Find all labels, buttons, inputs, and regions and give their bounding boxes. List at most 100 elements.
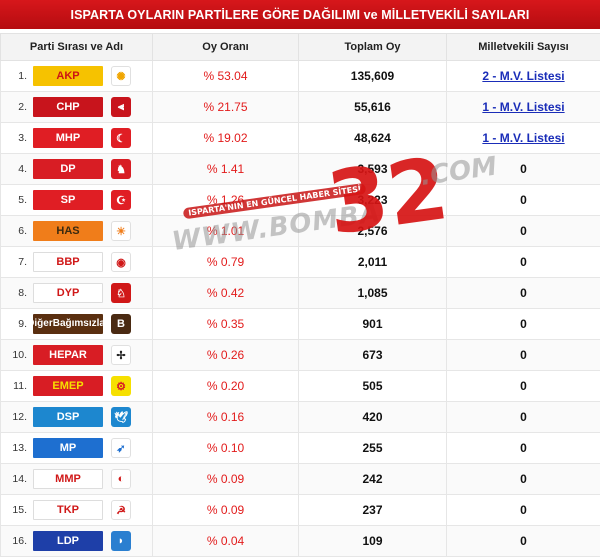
vote-rate: % 0.42 [152,277,299,309]
party-cell: 10. HEPAR ✢ [0,339,153,371]
mv-count: 0 [520,224,527,238]
mv-count-cell: 0 [446,401,600,433]
party-name: MMP [33,469,103,489]
party-rank: 11. [13,380,27,392]
bird-icon: ➶ [111,438,131,458]
results-table: Parti Sırası ve Adı Oy Oranı Toplam Oy M… [0,33,600,557]
party-name: Diğer Bağımsızlar [27,314,109,334]
party-name: MHP [33,128,103,148]
vote-rate: % 19.02 [152,122,299,154]
party-rank: 16. [12,535,27,547]
table-row: 15. TKP ☭ % 0.09 237 0 [0,494,600,526]
party-name: EMEP [33,376,103,396]
vote-total: 237 [298,494,447,526]
party-name: DSP [33,407,103,427]
vote-rate: % 0.16 [152,401,299,433]
header-party: Parti Sırası ve Adı [0,33,153,61]
mv-count-cell: 1 - M.V. Listesi [446,122,600,154]
table-row: 16. LDP ◗ % 0.04 109 0 [0,525,600,557]
mv-count-cell: 0 [446,339,600,371]
party-name: HEPAR [33,345,103,365]
vote-rate: % 0.79 [152,246,299,278]
table-row: 13. MP ➶ % 0.10 255 0 [0,432,600,464]
vote-rate: % 0.20 [152,370,299,402]
party-cell: 11. EMEP ⚙ [0,370,153,402]
crescent-globe-icon: ◐ [111,469,131,489]
six-arrows-icon: ⫷ [111,97,131,117]
vote-rate: % 0.09 [152,494,299,526]
vote-rate: % 0.04 [152,525,299,557]
table-row: 8. DYP ♘ % 0.42 1,085 0 [0,277,600,309]
party-rank: 12. [12,411,27,423]
mv-list-link[interactable]: 1 - M.V. Listesi [482,131,564,145]
mv-count: 0 [520,503,527,517]
vote-total: 2,011 [298,246,447,278]
mv-list-link[interactable]: 2 - M.V. Listesi [482,69,564,83]
table-row: 3. MHP ☾ % 19.02 48,624 1 - M.V. Listesi [0,122,600,154]
mv-count-cell: 0 [446,184,600,216]
mv-count-cell: 0 [446,153,600,185]
party-cell: 7. BBP ◉ [0,246,153,278]
independent-b-icon: B [111,314,131,334]
party-cell: 5. SP ☪ [0,184,153,216]
party-name: DP [33,159,103,179]
party-name: TKP [33,500,103,520]
mv-count: 0 [520,348,527,362]
party-cell: 3. MHP ☾ [0,122,153,154]
mv-count: 0 [520,255,527,269]
party-cell: 1. AKP ✺ [0,60,153,92]
party-cell: 16. LDP ◗ [0,525,153,557]
horse-circle-icon: ♘ [111,283,131,303]
party-rank: 15. [12,504,27,516]
party-cell: 4. DP ♞ [0,153,153,185]
party-rank: 6. [18,225,27,237]
mv-count-cell: 0 [446,215,600,247]
vote-rate: % 0.35 [152,308,299,340]
vote-total: 3,223 [298,184,447,216]
party-name: MP [33,438,103,458]
vote-rate: % 0.09 [152,463,299,495]
mv-count-cell: 0 [446,370,600,402]
vote-total: 242 [298,463,447,495]
table-row: 14. MMP ◐ % 0.09 242 0 [0,463,600,495]
mv-count: 0 [520,193,527,207]
bbp-emblem-icon: ◉ [111,252,131,272]
vote-rate: % 0.10 [152,432,299,464]
dolphin-icon: ◗ [111,531,131,551]
party-rank: 4. [18,163,27,175]
party-rank: 5. [18,194,27,206]
crescent-star-icon: ☪ [111,190,131,210]
table-row: 11. EMEP ⚙ % 0.20 505 0 [0,370,600,402]
results-body: 1. AKP ✺ % 53.04 135,609 2 - M.V. Listesi 2. CH… [0,60,600,557]
party-cell: 6. HAS ☀ [0,215,153,247]
mv-count-cell: 2 - M.V. Listesi [446,60,600,92]
party-rank: 3. [18,132,27,144]
vote-total: 505 [298,370,447,402]
vote-rate: % 1.01 [152,215,299,247]
party-rank: 8. [18,287,27,299]
party-name: BBP [33,252,103,272]
mv-count-cell: 0 [446,308,600,340]
party-cell: 14. MMP ◐ [0,463,153,495]
mv-count-cell: 0 [446,246,600,278]
mv-count: 0 [520,441,527,455]
vote-rate: % 1.41 [152,153,299,185]
party-name: CHP [33,97,103,117]
vote-total: 3,593 [298,153,447,185]
party-rank: 13. [12,442,27,454]
mv-count: 0 [520,162,527,176]
vote-rate: % 1.26 [152,184,299,216]
mv-count: 0 [520,472,527,486]
vote-total: 2,576 [298,215,447,247]
mv-list-link[interactable]: 1 - M.V. Listesi [482,100,564,114]
dove-icon: 🕊 [111,407,131,427]
vote-total: 255 [298,432,447,464]
party-rank: 10. [12,349,27,361]
vote-total: 109 [298,525,447,557]
party-cell: 12. DSP 🕊 [0,401,153,433]
vote-total: 901 [298,308,447,340]
mv-count: 0 [520,317,527,331]
vote-total: 420 [298,401,447,433]
party-cell: 2. CHP ⫷ [0,91,153,123]
table-row: 1. AKP ✺ % 53.04 135,609 2 - M.V. Listesi [0,60,600,92]
